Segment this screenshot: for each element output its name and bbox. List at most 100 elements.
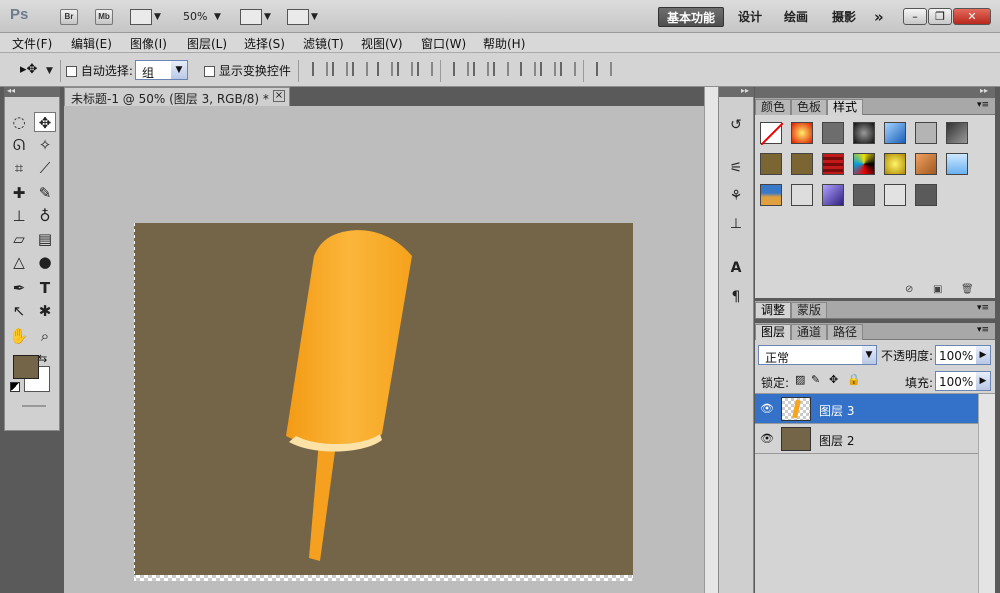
lock-pixels-icon[interactable]: ✎ bbox=[811, 373, 820, 386]
new-style-icon[interactable]: ▣ bbox=[933, 284, 942, 295]
style-swatch[interactable] bbox=[915, 153, 937, 175]
swap-colors-icon[interactable]: ⇆ bbox=[38, 352, 47, 365]
layer-row[interactable]: 👁 图层 2 bbox=[755, 424, 978, 454]
style-swatch[interactable] bbox=[822, 122, 844, 144]
document-canvas[interactable] bbox=[64, 106, 704, 593]
restore-button[interactable]: ❐ bbox=[928, 8, 952, 25]
quick-mask-icon[interactable] bbox=[22, 405, 46, 407]
healing-brush-tool-icon[interactable]: ✚ bbox=[8, 183, 30, 203]
eyedropper-tool-icon[interactable]: ⟋ bbox=[34, 158, 56, 178]
move-tool-icon[interactable]: ✥ bbox=[34, 112, 56, 132]
style-swatch[interactable] bbox=[760, 153, 782, 175]
workspace-painting[interactable]: 绘画 bbox=[776, 7, 816, 27]
menu-select[interactable]: 选择(S) bbox=[244, 35, 285, 52]
magic-wand-tool-icon[interactable]: ✧ bbox=[34, 135, 56, 155]
auto-align-icon[interactable] bbox=[596, 62, 612, 76]
type-tool-icon[interactable]: T bbox=[34, 278, 56, 298]
history-brush-tool-icon[interactable]: ♁ bbox=[34, 206, 56, 226]
style-swatch[interactable] bbox=[822, 184, 844, 206]
workspace-photography[interactable]: 摄影 bbox=[824, 7, 864, 27]
chevron-down-icon[interactable]: ▼ bbox=[264, 12, 271, 22]
bridge-button[interactable]: Br bbox=[60, 9, 78, 25]
auto-select-option[interactable]: 自动选择: bbox=[66, 62, 133, 79]
tab-paths[interactable]: 路径 bbox=[827, 324, 864, 340]
clear-style-icon[interactable]: ⊘ bbox=[905, 284, 913, 295]
workspace-design[interactable]: 设计 bbox=[730, 7, 770, 27]
style-swatch[interactable] bbox=[946, 153, 968, 175]
style-swatch[interactable] bbox=[822, 153, 844, 175]
align-left-icon[interactable] bbox=[377, 62, 393, 76]
character-panel-icon[interactable]: A bbox=[726, 258, 746, 278]
distribute-bottom-icon[interactable] bbox=[493, 62, 509, 76]
panel-menu-icon[interactable]: ▾≡ bbox=[977, 100, 989, 110]
style-swatch[interactable] bbox=[853, 184, 875, 206]
style-swatch[interactable] bbox=[884, 122, 906, 144]
show-transform-option[interactable]: 显示变换控件 bbox=[204, 62, 291, 79]
chevron-right-icon[interactable]: ▶ bbox=[976, 372, 990, 390]
menu-edit[interactable]: 编辑(E) bbox=[71, 35, 112, 52]
tab-channels[interactable]: 通道 bbox=[791, 324, 828, 340]
workspace-essentials[interactable]: 基本功能 bbox=[658, 7, 725, 27]
layer-row[interactable]: 👁 图层 3 bbox=[755, 394, 978, 424]
menu-help[interactable]: 帮助(H) bbox=[483, 35, 525, 52]
collapse-icon[interactable]: ◂◂ bbox=[7, 86, 15, 95]
history-panel-icon[interactable]: ↺ bbox=[726, 115, 746, 135]
eraser-tool-icon[interactable]: ▱ bbox=[8, 229, 30, 249]
clone-stamp-tool-icon[interactable]: ⊥ bbox=[8, 206, 30, 226]
close-document-icon[interactable]: × bbox=[273, 90, 285, 102]
align-right-icon[interactable] bbox=[417, 62, 433, 76]
style-swatch[interactable] bbox=[791, 184, 813, 206]
chevron-down-icon[interactable]: ▼ bbox=[154, 12, 161, 22]
auto-select-dropdown[interactable]: 组 ▼ bbox=[135, 60, 188, 80]
canvas-scrollbar[interactable] bbox=[704, 87, 718, 593]
crop-tool-icon[interactable]: ⌗ bbox=[8, 158, 30, 178]
chevron-down-icon[interactable]: ▼ bbox=[214, 12, 221, 22]
lock-position-icon[interactable]: ✥ bbox=[829, 373, 838, 386]
style-swatch[interactable] bbox=[884, 153, 906, 175]
move-tool-preset-icon[interactable]: ▸✥ bbox=[20, 62, 37, 77]
screen-mode-icon[interactable] bbox=[287, 9, 309, 25]
eye-icon[interactable]: 👁 bbox=[759, 402, 775, 416]
trash-icon[interactable]: 🗑 bbox=[961, 284, 974, 295]
eye-icon[interactable]: 👁 bbox=[759, 432, 775, 446]
tab-color[interactable]: 颜色 bbox=[755, 99, 792, 115]
menu-filter[interactable]: 滤镜(T) bbox=[303, 35, 344, 52]
blend-mode-dropdown[interactable]: 正常 ▼ bbox=[758, 345, 877, 365]
dodge-tool-icon[interactable]: ● bbox=[34, 252, 56, 272]
chevron-down-icon[interactable]: ▼ bbox=[46, 66, 53, 76]
collapse-icon[interactable]: ▸▸ bbox=[980, 86, 988, 95]
style-swatch[interactable] bbox=[946, 122, 968, 144]
align-bottom-icon[interactable] bbox=[352, 62, 368, 76]
distribute-right-icon[interactable] bbox=[560, 62, 576, 76]
path-selection-tool-icon[interactable]: ↖ bbox=[8, 301, 30, 321]
close-button[interactable]: ✕ bbox=[953, 8, 991, 25]
style-swatch[interactable] bbox=[915, 122, 937, 144]
chevron-right-icon[interactable]: ▶ bbox=[976, 346, 990, 364]
view-extras-icon[interactable] bbox=[130, 9, 152, 25]
workspace-more-button[interactable]: » bbox=[866, 7, 892, 27]
align-vcenter-icon[interactable] bbox=[332, 62, 348, 76]
menu-view[interactable]: 视图(V) bbox=[361, 35, 403, 52]
style-swatch-none[interactable] bbox=[760, 122, 784, 146]
style-swatch[interactable] bbox=[791, 153, 813, 175]
style-swatch[interactable] bbox=[853, 122, 875, 144]
menu-file[interactable]: 文件(F) bbox=[12, 35, 52, 52]
arrange-documents-icon[interactable] bbox=[240, 9, 262, 25]
collapse-icon[interactable]: ▸▸ bbox=[741, 86, 749, 95]
menu-image[interactable]: 图像(I) bbox=[130, 35, 167, 52]
gradient-tool-icon[interactable]: ▤ bbox=[34, 229, 56, 249]
distribute-top-icon[interactable] bbox=[453, 62, 469, 76]
zoom-level[interactable]: 50% bbox=[183, 10, 207, 23]
pen-tool-icon[interactable]: ✒ bbox=[8, 278, 30, 298]
lasso-tool-icon[interactable]: ᘏ bbox=[8, 135, 30, 155]
foreground-color-swatch[interactable] bbox=[13, 355, 39, 379]
auto-select-checkbox[interactable] bbox=[66, 66, 77, 77]
brush-tool-icon[interactable]: ✎ bbox=[34, 183, 56, 203]
menu-window[interactable]: 窗口(W) bbox=[421, 35, 466, 52]
mini-bridge-button[interactable]: Mb bbox=[95, 9, 113, 25]
style-swatch[interactable] bbox=[853, 153, 875, 175]
default-colors-icon[interactable] bbox=[10, 382, 20, 392]
chevron-down-icon[interactable]: ▼ bbox=[862, 346, 876, 364]
tab-layers[interactable]: 图层 bbox=[755, 324, 792, 340]
fill-field[interactable]: 100% ▶ bbox=[935, 371, 991, 391]
